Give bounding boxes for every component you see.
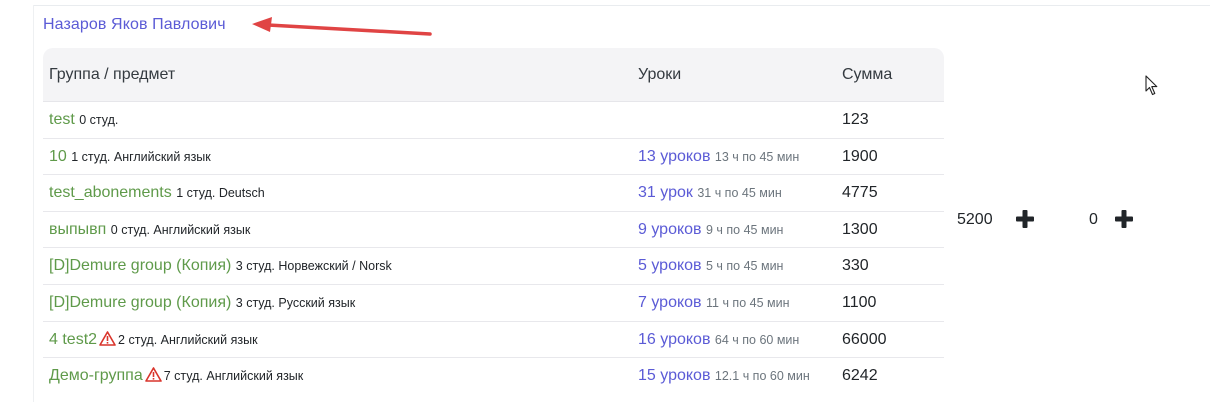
table-row: 4 test2 2 студ. Английский язык 16 уроков …	[43, 322, 944, 359]
lessons-cell: 5 уроков 5 ч по 45 мин	[638, 257, 783, 275]
table-row: test_abonements 1 студ. Deutsch 31 урок 3…	[43, 175, 944, 212]
lessons-cell: 16 уроков 64 ч по 60 мин	[638, 331, 799, 349]
lessons-cell: 31 урок 31 ч по 45 мин	[638, 184, 782, 202]
table-row: test 0 студ. 123	[43, 102, 944, 139]
lessons-meta: 31 ч по 45 мин	[697, 186, 782, 201]
lessons-count-link[interactable]: 16 уроков	[638, 331, 710, 348]
left-divider	[33, 5, 34, 402]
lessons-cell: 13 уроков 13 ч по 45 мин	[638, 148, 799, 166]
lessons-count-link[interactable]: 13 уроков	[638, 148, 710, 165]
header-lessons: Уроки	[638, 66, 682, 83]
sum-cell: 330	[842, 257, 869, 275]
group-name-link[interactable]: 10	[49, 148, 67, 165]
group-meta: 0 студ.	[79, 113, 119, 127]
group-cell: 10 1 студ. Английский язык	[49, 148, 211, 166]
lessons-count-link[interactable]: 31 урок	[638, 184, 693, 201]
lessons-cell: 15 уроков 12.1 ч по 60 мин	[638, 367, 810, 385]
sum-cell: 123	[842, 111, 869, 128]
group-meta: 1 студ. Deutsch	[176, 186, 265, 201]
group-meta: 3 студ. Норвежский / Norsk	[235, 259, 392, 274]
lessons-count-link[interactable]: 7 уроков	[638, 294, 702, 311]
page: Назаров Яков Павлович Группа / предмет У…	[0, 0, 1210, 402]
group-cell: Демо-группа 7 студ. Английский язык	[49, 367, 303, 387]
sum-cell: 1100	[842, 293, 877, 311]
plus-icon[interactable]	[1015, 209, 1035, 229]
lessons-meta: 5 ч по 45 мин	[706, 259, 784, 274]
sum-cell: 4775	[842, 184, 878, 202]
lessons-meta: 12.1 ч по 60 мин	[714, 369, 810, 384]
top-divider	[34, 5, 1210, 6]
lessons-meta: 9 ч по 45 мин	[706, 222, 784, 237]
group-cell: test_abonements 1 студ. Deutsch	[49, 184, 265, 202]
group-cell: [D]Demure group (Копия) 3 студ. Норвежск…	[49, 257, 392, 275]
header-sum: Сумма	[842, 66, 893, 83]
group-name-link[interactable]: Демо-группа	[49, 367, 143, 384]
header-group: Группа / предмет	[49, 66, 176, 83]
group-meta: 7 студ. Английский язык	[163, 369, 304, 384]
table-row: Демо-группа 7 студ. Английский язык 15 уро…	[43, 358, 944, 395]
group-name-link[interactable]: 4 test2	[49, 331, 97, 348]
groups-table: Группа / предмет Уроки Сумма test 0 студ…	[43, 48, 944, 395]
total-amount-2: 0	[1089, 211, 1098, 228]
red-arrow-annotation	[252, 17, 432, 36]
total-amount-1: 5200	[957, 211, 993, 228]
table-row: 10 1 студ. Английский язык 13 уроков 13 ч…	[43, 139, 944, 176]
group-cell: выпывп 0 студ. Английский язык	[49, 221, 250, 239]
warning-triangle-icon	[144, 367, 162, 387]
group-name-link[interactable]: [D]Demure group (Копия)	[49, 257, 231, 274]
group-name-link[interactable]: [D]Demure group (Копия)	[49, 294, 231, 311]
group-name-link[interactable]: выпывп	[49, 221, 106, 238]
sum-cell: 6242	[842, 367, 878, 385]
lessons-meta: 13 ч по 45 мин	[714, 149, 800, 164]
table-body: test 0 студ. 123 10 1 студ. Английский яз…	[43, 102, 944, 395]
lessons-count-link[interactable]: 5 уроков	[638, 257, 702, 274]
lessons-cell: 7 уроков 11 ч по 45 мин	[638, 294, 789, 312]
teacher-name-link[interactable]: Назаров Яков Павлович	[43, 15, 226, 35]
group-meta: 3 студ. Русский язык	[235, 295, 356, 310]
sum-cell: 1300	[842, 220, 878, 238]
group-cell: test 0 студ.	[49, 111, 118, 129]
group-meta: 0 студ. Английский язык	[110, 222, 251, 237]
group-meta: 1 студ. Английский язык	[71, 149, 211, 164]
mouse-cursor-icon	[1145, 75, 1158, 96]
sum-cell: 66000	[842, 330, 887, 348]
group-meta: 2 студ. Английский язык	[118, 332, 258, 347]
table-row: [D]Demure group (Копия) 3 студ. Норвежск…	[43, 248, 944, 285]
group-cell: 4 test2 2 студ. Английский язык	[49, 331, 258, 351]
table-row: выпывп 0 студ. Английский язык 9 уроков 9…	[43, 212, 944, 249]
sum-cell: 1900	[842, 147, 878, 165]
lessons-count-link[interactable]: 9 уроков	[638, 221, 702, 238]
group-cell: [D]Demure group (Копия) 3 студ. Русский …	[49, 294, 355, 312]
table-row: [D]Demure group (Копия) 3 студ. Русский …	[43, 285, 944, 322]
lessons-count-link[interactable]: 15 уроков	[638, 367, 710, 384]
group-name-link[interactable]: test_abonements	[49, 184, 172, 201]
lessons-cell: 9 уроков 9 ч по 45 мин	[638, 221, 783, 239]
group-name-link[interactable]: test	[49, 111, 75, 128]
lessons-meta: 64 ч по 60 мин	[714, 332, 800, 347]
warning-triangle-icon	[99, 330, 116, 351]
plus-icon[interactable]	[1114, 209, 1134, 229]
table-header: Группа / предмет Уроки Сумма	[43, 48, 944, 102]
lessons-meta: 11 ч по 45 мин	[706, 295, 790, 310]
